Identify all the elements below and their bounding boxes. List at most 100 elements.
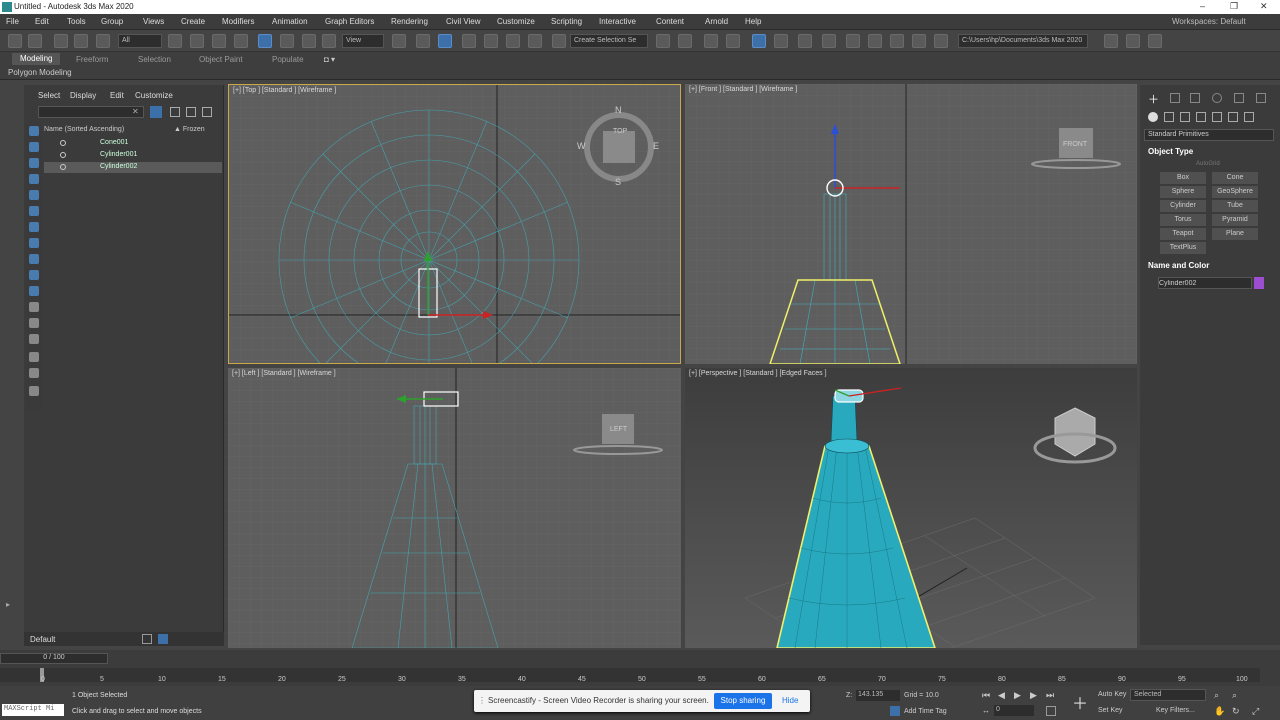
layer-stack-icon[interactable] [142,634,152,644]
visibility-eye-icon[interactable] [60,164,66,170]
orbit-icon[interactable]: ↻ [1232,706,1240,717]
add-time-tag-button[interactable]: Add Time Tag [904,708,947,715]
utilities-tab-icon[interactable] [1256,93,1266,103]
object-type-title[interactable]: Object Type [1148,147,1193,156]
viewport-perspective[interactable]: [+] [Perspective ] [Standard ] [Edged Fa… [685,368,1137,648]
primitive-category-dropdown[interactable]: Standard Primitives [1144,129,1274,141]
teapot-button[interactable]: Teapot [1160,228,1206,240]
scene-tab-customize[interactable]: Customize [135,91,173,100]
a360-gallery-icon[interactable] [934,34,948,48]
rendered-frame-window-icon[interactable] [868,34,882,48]
named-selection-sets-dropdown[interactable]: Create Selection Se [570,34,648,48]
cylinder-button[interactable]: Cylinder [1160,200,1206,212]
tab-freeform[interactable]: Freeform [76,55,108,64]
hierarchy-tab-icon[interactable] [1190,93,1200,103]
menu-animation[interactable]: Animation [272,17,308,26]
menu-file[interactable]: File [6,17,19,26]
select-and-move-icon[interactable] [258,34,272,48]
display-space-warps-icon[interactable] [29,254,39,264]
modify-tab-icon[interactable] [1170,93,1180,103]
viewport-label-front[interactable]: [+] [Front ] [Standard ] [Wireframe ] [689,86,797,93]
layer-sort-icon[interactable] [202,107,212,117]
filter-funnel-icon[interactable] [29,368,39,378]
edit-named-selection-icon[interactable] [552,34,566,48]
scene-tab-select[interactable]: Select [38,91,60,100]
display-lights-icon[interactable] [29,206,39,216]
ribbon-panel-label[interactable]: Polygon Modeling [8,68,72,77]
select-and-scale-icon[interactable] [302,34,316,48]
material-editor-icon[interactable] [822,34,836,48]
column-frozen-header[interactable]: ▲ Frozen [174,126,205,133]
menu-graph-editors[interactable]: Graph Editors [325,17,374,26]
viewport-left[interactable]: [+] [Left ] [Standard ] [Wireframe ] LEF… [228,368,681,648]
helpers-icon[interactable] [1212,112,1222,122]
display-children-icon[interactable] [29,386,39,396]
display-groups-icon[interactable] [29,270,39,280]
object-name-field[interactable] [1158,277,1252,289]
unlink-icon[interactable] [74,34,88,48]
menu-civil-view[interactable]: Civil View [446,17,481,26]
scene-tab-display[interactable]: Display [70,91,96,100]
menu-arnold[interactable]: Arnold [705,17,728,26]
menu-views[interactable]: Views [143,17,164,26]
scene-search-input[interactable] [38,106,144,118]
set-key-big-icon[interactable]: ＋ [1072,690,1088,714]
project-folder-icon[interactable] [1104,34,1118,48]
object-color-swatch[interactable] [1254,277,1264,289]
sphere-button[interactable]: Sphere [1160,186,1206,198]
tube-button[interactable]: Tube [1212,200,1258,212]
select-and-rotate-icon[interactable] [280,34,294,48]
display-hidden-icon[interactable] [29,352,39,362]
go-to-start-icon[interactable]: ⏮ [982,690,990,701]
new-project-icon[interactable] [1126,34,1140,48]
systems-icon[interactable] [1244,112,1254,122]
select-object-icon[interactable] [168,34,182,48]
tab-selection[interactable]: Selection [138,55,171,64]
tab-object-paint[interactable]: Object Paint [199,55,243,64]
zoom-icon[interactable]: ⌕ [1214,690,1219,701]
select-and-place-icon[interactable] [322,34,336,48]
menu-interactive[interactable]: Interactive [599,17,636,26]
play-icon[interactable]: ▶ [1014,690,1021,701]
textplus-button[interactable]: TextPlus [1160,242,1206,254]
table-row[interactable]: Cylinder002 [44,162,222,173]
zoom-all-icon[interactable]: ⌕ [1232,690,1237,701]
viewport-label-left[interactable]: [+] [Left ] [Standard ] [Wireframe ] [232,370,336,377]
toggle-ribbon-icon[interactable] [752,34,766,48]
space-warps-icon[interactable] [1228,112,1238,122]
render-production-icon[interactable] [890,34,904,48]
project-folder-path[interactable]: C:\Users\hp\Documents\3ds Max 2020 [958,34,1088,48]
box-button[interactable]: Box [1160,172,1206,184]
maximize-icon[interactable]: ❐ [1230,1,1238,12]
menu-tools[interactable]: Tools [67,17,86,26]
bind-space-warp-icon[interactable] [96,34,110,48]
toggle-scene-explorer-icon[interactable] [704,34,718,48]
shapes-icon[interactable] [1164,112,1174,122]
menu-help[interactable]: Help [745,17,761,26]
minimize-icon[interactable]: – [1200,1,1205,11]
mirror-icon[interactable] [656,34,670,48]
render-in-cloud-icon[interactable] [912,34,926,48]
viewport-label-perspective[interactable]: [+] [Perspective ] [Standard ] [Edged Fa… [689,370,827,377]
display-invert-icon[interactable] [29,158,39,168]
pivot-center-icon[interactable] [392,34,406,48]
workspaces-selector[interactable]: Workspaces: Default [1172,17,1246,26]
motion-tab-icon[interactable] [1212,93,1222,103]
pan-icon[interactable]: ✋ [1214,706,1225,717]
maxscript-listener[interactable]: MAXScript Mi [2,704,64,716]
tab-populate[interactable]: Populate [272,55,304,64]
link-icon[interactable] [54,34,68,48]
current-frame-field[interactable]: 0 [994,705,1034,716]
display-shapes-icon[interactable] [29,190,39,200]
display-tab-icon[interactable] [1234,93,1244,103]
drag-handle-icon[interactable]: ⋮ [478,696,486,705]
curve-editor-icon[interactable] [774,34,788,48]
rectangular-selection-icon[interactable] [212,34,226,48]
snaps-toggle-icon[interactable] [462,34,476,48]
create-tab-icon[interactable]: ＋ [1148,91,1159,107]
name-and-color-title[interactable]: Name and Color [1148,261,1209,270]
menu-create[interactable]: Create [181,17,205,26]
current-layer[interactable]: Default [30,635,55,644]
render-setup-icon[interactable] [846,34,860,48]
table-row[interactable]: Cylinder001 [44,150,222,161]
